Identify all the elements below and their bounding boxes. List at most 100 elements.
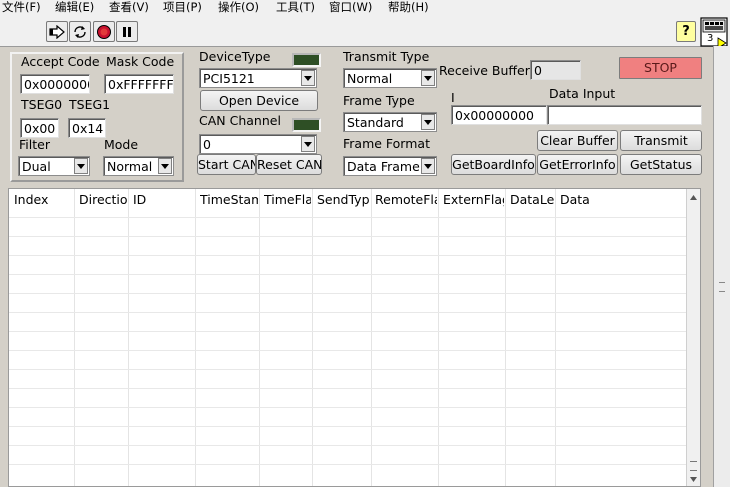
row-divider bbox=[9, 426, 689, 427]
column-header-timestamp[interactable]: TimeStam bbox=[200, 192, 258, 207]
start-can-button[interactable]: Start CAN bbox=[197, 154, 256, 175]
get-error-info-button[interactable]: GetErrorInfo bbox=[537, 154, 618, 175]
accept-code-field[interactable]: 0x0000000( bbox=[20, 74, 90, 94]
chevron-down-icon[interactable] bbox=[421, 158, 435, 174]
menu-view[interactable]: 查看(V) bbox=[109, 0, 149, 16]
message-table[interactable]: Index Directio ID TimeStam TimeFla SendT… bbox=[8, 188, 701, 487]
scroll-up-arrow-icon[interactable] bbox=[690, 195, 697, 200]
scroll-down-arrow-icon[interactable] bbox=[690, 477, 697, 482]
receive-buffer-label: Receive Buffer bbox=[439, 63, 530, 78]
tseg1-label: TSEG1 bbox=[69, 97, 111, 112]
chevron-down-icon[interactable] bbox=[74, 158, 88, 174]
row-divider bbox=[9, 331, 689, 332]
column-header-timeflag[interactable]: TimeFla bbox=[264, 192, 311, 207]
window-scrollbar[interactable] bbox=[713, 46, 730, 487]
panel-badge: 3 bbox=[707, 33, 714, 44]
column-divider bbox=[312, 189, 313, 486]
menu-window[interactable]: 窗口(W) bbox=[329, 0, 372, 16]
row-divider bbox=[9, 388, 689, 389]
frame-type-select[interactable]: Standard bbox=[343, 112, 437, 132]
chevron-down-icon[interactable] bbox=[421, 114, 435, 130]
pause-icon[interactable] bbox=[116, 21, 138, 42]
chevron-down-icon[interactable] bbox=[301, 136, 315, 152]
mode-value: Normal bbox=[107, 159, 153, 174]
run-continuously-icon[interactable] bbox=[69, 21, 91, 42]
filter-select[interactable]: Dual bbox=[18, 156, 90, 176]
column-header-externflag[interactable]: ExternFlag bbox=[443, 192, 504, 207]
transmit-type-select[interactable]: Normal bbox=[343, 68, 437, 88]
chevron-down-icon[interactable] bbox=[421, 70, 435, 86]
reset-can-button[interactable]: Reset CAN bbox=[256, 154, 322, 175]
frame-format-select[interactable]: Data Frame bbox=[343, 156, 437, 176]
row-divider bbox=[9, 369, 689, 370]
row-divider bbox=[9, 464, 689, 465]
column-header-data[interactable]: Data bbox=[560, 192, 620, 207]
frame-type-value: Standard bbox=[347, 115, 404, 130]
can-channel-select[interactable]: 0 bbox=[199, 134, 317, 154]
tseg1-field[interactable]: 0x14 bbox=[68, 118, 106, 138]
toolbar: ? 3 bbox=[0, 16, 730, 49]
row-divider bbox=[9, 407, 689, 408]
menu-help[interactable]: 帮助(H) bbox=[388, 0, 429, 16]
menu-tools[interactable]: 工具(T) bbox=[276, 0, 315, 16]
column-divider bbox=[195, 189, 196, 486]
frame-format-value: Data Frame bbox=[347, 159, 420, 174]
transmit-type-label: Transmit Type bbox=[343, 49, 430, 64]
row-divider bbox=[9, 217, 689, 218]
column-divider bbox=[74, 189, 75, 486]
help-glyph: ? bbox=[682, 24, 690, 39]
mode-select[interactable]: Normal bbox=[103, 156, 174, 176]
device-type-value: PCI5121 bbox=[203, 71, 255, 86]
column-divider bbox=[438, 189, 439, 486]
open-device-button[interactable]: Open Device bbox=[200, 90, 318, 111]
filter-value: Dual bbox=[22, 159, 51, 174]
column-header-direction[interactable]: Directio bbox=[79, 192, 127, 207]
data-input-label: Data Input bbox=[549, 86, 616, 101]
vi-panel-icon: 3 bbox=[700, 16, 730, 49]
get-board-info-button[interactable]: GetBoardInfo bbox=[451, 154, 536, 175]
receive-buffer-indicator: 0 bbox=[530, 60, 581, 80]
column-header-sendtype[interactable]: SendTyp bbox=[317, 192, 370, 207]
column-header-datalen[interactable]: DataLer bbox=[510, 192, 554, 207]
chevron-down-icon[interactable] bbox=[301, 70, 315, 86]
column-divider bbox=[259, 189, 260, 486]
stop-button[interactable]: STOP bbox=[619, 57, 702, 79]
column-header-index[interactable]: Index bbox=[14, 192, 72, 207]
device-type-select[interactable]: PCI5121 bbox=[199, 68, 317, 88]
clear-buffer-button[interactable]: Clear Buffer bbox=[537, 130, 618, 151]
can-channel-value: 0 bbox=[203, 137, 211, 152]
context-help-icon[interactable]: ? bbox=[676, 21, 696, 42]
column-header-id[interactable]: ID bbox=[133, 192, 193, 207]
get-status-button[interactable]: GetStatus bbox=[620, 154, 702, 175]
tseg0-field[interactable]: 0x00 bbox=[20, 118, 59, 138]
row-divider bbox=[9, 350, 689, 351]
column-divider bbox=[128, 189, 129, 486]
menu-file[interactable]: 文件(F) bbox=[2, 0, 41, 16]
scroll-grip-icon bbox=[719, 282, 725, 292]
transmit-type-value: Normal bbox=[347, 71, 393, 86]
mask-code-field[interactable]: 0xFFFFFFFF bbox=[104, 74, 174, 94]
column-divider bbox=[505, 189, 506, 486]
row-divider bbox=[9, 274, 689, 275]
abort-execution-icon[interactable] bbox=[93, 21, 115, 42]
menu-project[interactable]: 项目(P) bbox=[163, 0, 202, 16]
menu-edit[interactable]: 编辑(E) bbox=[55, 0, 94, 16]
column-divider bbox=[555, 189, 556, 486]
row-divider bbox=[9, 293, 689, 294]
frame-format-label: Frame Format bbox=[343, 136, 430, 151]
device-type-label: DeviceType bbox=[199, 49, 271, 64]
device-type-led-indicator bbox=[292, 53, 321, 67]
id-label: I bbox=[451, 90, 455, 105]
column-divider bbox=[371, 189, 372, 486]
run-arrow-icon[interactable] bbox=[46, 21, 68, 42]
column-header-remoteflag[interactable]: RemoteFla bbox=[375, 192, 437, 207]
menu-operate[interactable]: 操作(O) bbox=[218, 0, 259, 16]
chevron-down-icon[interactable] bbox=[158, 158, 172, 174]
data-input-field[interactable] bbox=[547, 105, 702, 125]
id-input[interactable]: 0x00000000 bbox=[451, 105, 547, 125]
filter-label: Filter bbox=[19, 137, 50, 152]
tseg0-label: TSEG0 bbox=[21, 97, 63, 112]
row-divider bbox=[9, 236, 689, 237]
table-scrollbar[interactable] bbox=[686, 189, 700, 486]
transmit-button[interactable]: Transmit bbox=[620, 130, 702, 151]
